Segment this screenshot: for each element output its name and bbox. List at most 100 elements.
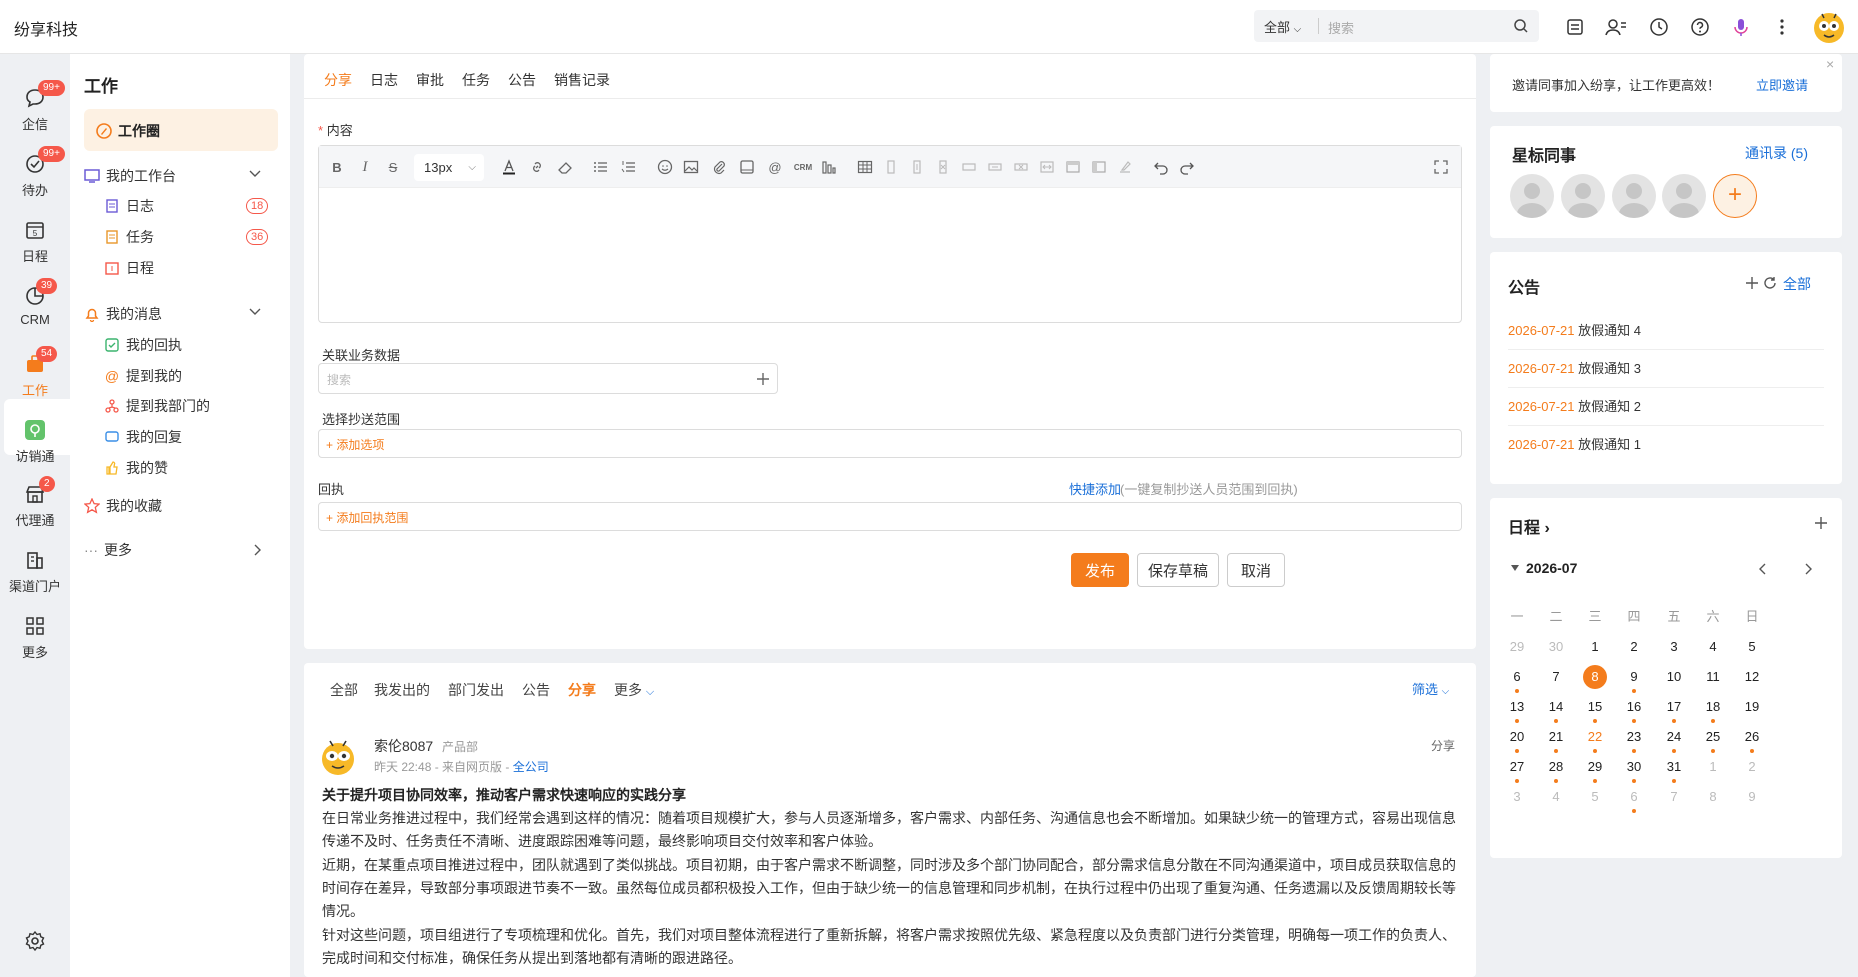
- table-icon[interactable]: [855, 157, 875, 177]
- user-avatar[interactable]: [1810, 8, 1848, 46]
- chevron-down-icon[interactable]: [248, 306, 262, 316]
- colleague-avatar[interactable]: [1662, 174, 1706, 218]
- insert-row-below-icon[interactable]: [985, 157, 1005, 177]
- tab-approval[interactable]: 审批: [416, 70, 444, 90]
- rail-item-more[interactable]: 更多: [0, 614, 70, 661]
- sidebar-item-dept-mentions[interactable]: 提到我部门的: [104, 396, 210, 416]
- table-column-header-icon[interactable]: [1089, 157, 1109, 177]
- help-icon[interactable]: [1688, 15, 1712, 39]
- contacts-link[interactable]: 通讯录 (5): [1745, 143, 1808, 163]
- tab-task[interactable]: 任务: [462, 70, 490, 90]
- tab-sales-record[interactable]: 销售记录: [554, 70, 610, 90]
- colleague-avatar[interactable]: [1612, 174, 1656, 218]
- rail-item-todo[interactable]: 待办 99+: [0, 146, 70, 199]
- mention-icon[interactable]: @: [765, 157, 785, 177]
- delete-column-icon[interactable]: [933, 157, 953, 177]
- announcement-item[interactable]: 2026-07-21 放假通知 3: [1508, 350, 1824, 388]
- sidebar-item-task[interactable]: 任务: [104, 227, 154, 247]
- calendar-day[interactable]: 26: [1729, 729, 1775, 744]
- publish-button[interactable]: 发布: [1071, 553, 1129, 587]
- search-icon[interactable]: [1512, 17, 1530, 35]
- tab-announcement[interactable]: 公告: [508, 70, 536, 90]
- feed-tab-sent[interactable]: 我发出的: [374, 680, 430, 700]
- add-option-link[interactable]: + 添加选项: [326, 436, 384, 453]
- undo-icon[interactable]: [1151, 157, 1171, 177]
- sidebar-group-workbench[interactable]: 我的工作台: [84, 166, 176, 186]
- crm-icon[interactable]: CRM: [793, 157, 813, 177]
- microphone-icon[interactable]: [1729, 15, 1753, 39]
- image-icon[interactable]: [681, 157, 701, 177]
- sidebar-item-schedule[interactable]: 日程: [104, 258, 154, 278]
- insert-row-above-icon[interactable]: [959, 157, 979, 177]
- receipt-range-field[interactable]: + 添加回执范围: [318, 502, 1462, 531]
- tab-log[interactable]: 日志: [370, 70, 398, 90]
- announcement-item[interactable]: 2026-07-21 放假通知 2: [1508, 388, 1824, 426]
- feed-tab-more[interactable]: 更多 ⌵: [614, 680, 654, 700]
- search-input[interactable]: 搜索: [1328, 18, 1354, 37]
- bold-icon[interactable]: B: [327, 157, 347, 177]
- invite-link[interactable]: 立即邀请: [1756, 75, 1808, 94]
- delete-table-icon[interactable]: [1115, 157, 1135, 177]
- delete-row-icon[interactable]: [1011, 157, 1031, 177]
- eraser-icon[interactable]: [555, 157, 575, 177]
- emoji-icon[interactable]: [655, 157, 675, 177]
- sidebar-item-my-likes[interactable]: 我的赞: [104, 458, 168, 478]
- sidebar-item-favorites[interactable]: 我的收藏: [84, 496, 162, 516]
- link-icon[interactable]: [527, 157, 547, 177]
- insert-column-right-icon[interactable]: [907, 157, 927, 177]
- post-scope-link[interactable]: 全公司: [513, 760, 549, 774]
- document-icon[interactable]: [1563, 15, 1587, 39]
- rail-item-messenger[interactable]: 企信 99+: [0, 80, 70, 133]
- quick-add-link[interactable]: 快捷添加: [1069, 479, 1121, 498]
- post-author[interactable]: 索伦8087: [374, 736, 433, 756]
- rail-item-schedule[interactable]: 5 日程: [0, 218, 70, 265]
- redo-icon[interactable]: [1177, 157, 1197, 177]
- filter-button[interactable]: 筛选 ⌵: [1412, 679, 1449, 698]
- sidebar-item-my-receipts[interactable]: 我的回执: [104, 335, 182, 355]
- italic-icon[interactable]: I: [355, 157, 375, 177]
- calendar-day[interactable]: 2: [1729, 759, 1775, 774]
- sidebar-item-more[interactable]: ··· 更多: [84, 540, 132, 560]
- calendar-day[interactable]: 9: [1729, 789, 1775, 804]
- attachment-icon[interactable]: [709, 157, 729, 177]
- calendar-day[interactable]: 12: [1729, 669, 1775, 684]
- colleague-avatar[interactable]: [1561, 174, 1605, 218]
- contacts-icon[interactable]: [1604, 15, 1628, 39]
- close-icon[interactable]: ×: [1826, 56, 1834, 72]
- cc-range-field[interactable]: + 添加选项: [318, 429, 1462, 458]
- refresh-icon[interactable]: [1763, 276, 1777, 290]
- sidebar-item-my-replies[interactable]: 我的回复: [104, 427, 182, 447]
- announcement-item[interactable]: 2026-07-21 放假通知 4: [1508, 312, 1824, 350]
- tab-share[interactable]: 分享: [324, 70, 352, 90]
- bar-chart-icon[interactable]: [819, 157, 839, 177]
- plus-icon[interactable]: [755, 371, 771, 387]
- feed-tab-dept[interactable]: 部门发出: [448, 680, 504, 700]
- rich-text-editor[interactable]: B I S 13px ⌵ @ CRM: [318, 145, 1462, 323]
- feed-tab-all[interactable]: 全部: [330, 680, 358, 700]
- rail-item-agent[interactable]: 代理通 2: [0, 476, 70, 529]
- calendar-day[interactable]: 5: [1729, 639, 1775, 654]
- related-data-search[interactable]: 搜索: [318, 363, 778, 394]
- cancel-button[interactable]: 取消: [1227, 553, 1285, 587]
- insert-column-left-icon[interactable]: [881, 157, 901, 177]
- search-box[interactable]: 全部 ⌵ 搜索: [1254, 10, 1539, 42]
- table-header-icon[interactable]: [1063, 157, 1083, 177]
- chevron-down-icon[interactable]: [248, 168, 262, 178]
- feed-tab-announcement[interactable]: 公告: [522, 680, 550, 700]
- more-vertical-icon[interactable]: [1770, 15, 1794, 39]
- sidebar-item-mentions[interactable]: @ 提到我的: [104, 366, 182, 386]
- rail-item-crm[interactable]: CRM 39: [0, 278, 70, 327]
- bullet-list-icon[interactable]: [591, 157, 611, 177]
- fullscreen-icon[interactable]: [1431, 157, 1451, 177]
- sidebar-item-work-circle[interactable]: 工作圈: [84, 109, 278, 151]
- chevron-right-icon[interactable]: [252, 543, 262, 557]
- rail-item-channel-portal[interactable]: 渠道门户: [0, 548, 70, 595]
- announcements-all-link[interactable]: 全部: [1783, 274, 1811, 294]
- search-scope-select[interactable]: 全部 ⌵: [1264, 17, 1301, 36]
- save-draft-button[interactable]: 保存草稿: [1137, 553, 1219, 587]
- colleague-avatar[interactable]: [1510, 174, 1554, 218]
- clock-icon[interactable]: [1647, 15, 1671, 39]
- rail-item-visit-sales[interactable]: 访销通: [0, 418, 70, 465]
- strikethrough-icon[interactable]: S: [383, 157, 403, 177]
- calendar-day[interactable]: 19: [1729, 699, 1775, 714]
